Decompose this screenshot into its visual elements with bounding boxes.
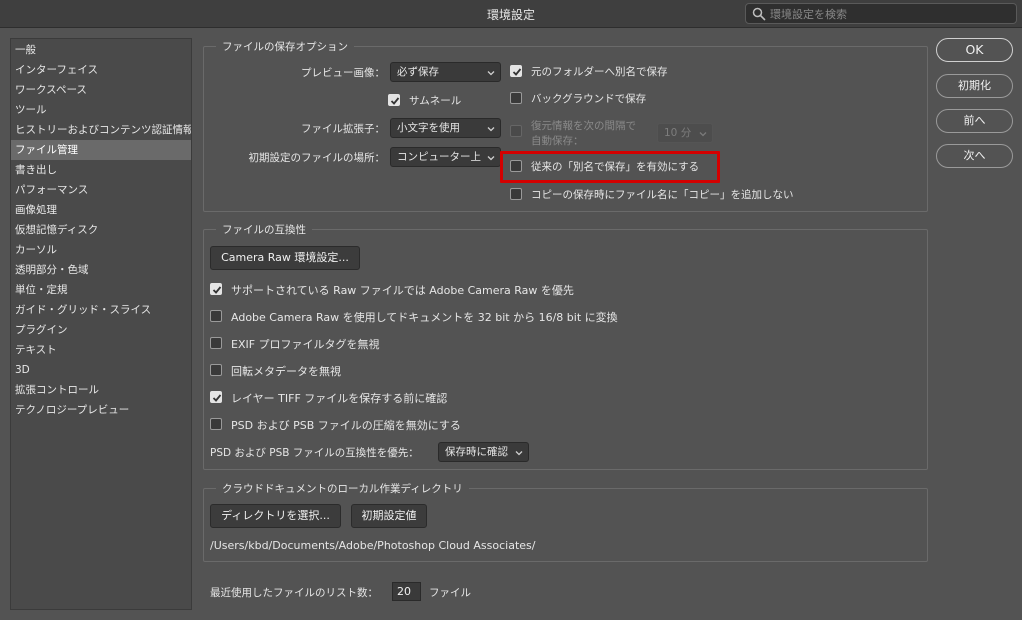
compat-option-label: Adobe Camera Raw を使用してドキュメントを 32 bit から … [231,311,618,324]
compat-option-checkbox[interactable] [210,418,222,430]
camera-raw-preferences-button[interactable]: Camera Raw 環境設定... [210,246,360,270]
checkmark-icon [390,97,400,105]
search-field[interactable] [745,3,1017,24]
red-highlight-box [500,151,720,183]
chevron-down-icon [487,127,495,132]
compat-option-checkbox[interactable] [210,310,222,322]
title-bar: 環境設定 [0,0,1022,28]
compat-option-label: EXIF プロファイルタグを無視 [231,338,380,351]
file-save-options-legend: ファイルの保存オプション [216,39,354,54]
recent-files-count-input[interactable]: 20 [392,582,421,601]
sidebar-item[interactable]: ヒストリーおよびコンテンツ認証情報 [11,120,191,140]
checkmark-icon [212,286,222,294]
compat-option-checkbox[interactable] [210,283,222,295]
checkmark-icon [512,68,522,76]
preview-select[interactable]: 必ず保存 [390,62,501,82]
ok-button[interactable]: OK [936,38,1013,62]
sidebar-item[interactable]: ツール [11,100,191,120]
recent-files-unit: ファイル [429,587,471,599]
compat-option-label: PSD および PSB ファイルの圧縮を無効にする [231,419,461,432]
thumbnail-checkbox[interactable] [388,94,400,106]
compat-option-checkbox[interactable] [210,364,222,376]
compat-option-checkbox[interactable] [210,391,222,403]
sidebar-item[interactable]: テクノロジープレビュー [11,400,191,420]
auto-save-checkbox[interactable] [510,125,522,137]
preferences-sidebar: 一般 インターフェイス ワークスペース ツール ヒストリーおよびコンテンツ認証情報 ファイ… [10,38,192,610]
background-save-label: バックグラウンドで保存 [531,93,647,105]
location-label: 初期設定のファイルの場所： [248,152,386,164]
sidebar-item[interactable]: パフォーマンス [11,180,191,200]
sidebar-item[interactable]: カーソル [11,240,191,260]
sidebar-item[interactable]: ファイル管理 [11,140,191,160]
choose-directory-button[interactable]: ディレクトリを選択... [210,504,341,528]
extension-select[interactable]: 小文字を使用 [390,118,501,138]
sidebar-item[interactable]: 書き出し [11,160,191,180]
no-copy-suffix-checkbox[interactable] [510,188,522,200]
compat-option-checkbox[interactable] [210,337,222,349]
preview-label: プレビュー画像： [301,67,385,79]
search-icon [752,7,766,21]
compat-option-label: 回転メタデータを無視 [231,365,341,378]
maximize-compatibility-label: PSD および PSB ファイルの互換性を優先： [210,447,419,459]
auto-save-label-line1: 復元情報を次の間隔で [531,120,636,132]
auto-save-interval-value: 10 分 [664,127,692,139]
previous-button[interactable]: 前へ [936,109,1013,133]
maximize-compatibility-value: 保存時に確認 [445,446,508,458]
sidebar-item[interactable]: 単位・定規 [11,280,191,300]
default-directory-button[interactable]: 初期設定値 [351,504,427,528]
compat-option-label: サポートされている Raw ファイルでは Adobe Camera Raw を優… [231,284,574,297]
chevron-down-icon [487,71,495,76]
recent-files-label: 最近使用したファイルのリスト数： [210,587,378,599]
save-as-original-folder-label: 元のフォルダーへ別名で保存 [531,66,668,78]
next-button[interactable]: 次へ [936,144,1013,168]
location-select-value: コンピューター上 [397,151,481,163]
sidebar-item[interactable]: 仮想記憶ディスク [11,220,191,240]
chevron-down-icon [515,451,523,456]
search-input[interactable] [770,6,1010,22]
extension-label: ファイル拡張子： [301,123,385,135]
cloud-directory-legend: クラウドドキュメントのローカル作業ディレクトリ [216,481,469,496]
sidebar-item[interactable]: 拡張コントロール [11,380,191,400]
sidebar-item[interactable]: プラグイン [11,320,191,340]
sidebar-item[interactable]: 画像処理 [11,200,191,220]
sidebar-item[interactable]: インターフェイス [11,60,191,80]
preview-select-value: 必ず保存 [397,66,439,78]
sidebar-item[interactable]: 3D [11,360,191,380]
compat-option-label: レイヤー TIFF ファイルを保存する前に確認 [231,392,448,405]
auto-save-interval-select[interactable]: 10 分 [657,123,713,143]
sidebar-item[interactable]: 透明部分・色域 [11,260,191,280]
extension-select-value: 小文字を使用 [397,122,460,134]
chevron-down-icon [487,156,495,161]
sidebar-item[interactable]: ワークスペース [11,80,191,100]
file-compatibility-legend: ファイルの互換性 [216,222,312,237]
cloud-directory-path: /Users/kbd/Documents/Adobe/Photoshop Clo… [210,539,536,552]
sidebar-item[interactable]: ガイド・グリッド・スライス [11,300,191,320]
chevron-down-icon [699,132,707,137]
reset-button[interactable]: 初期化 [936,74,1013,98]
auto-save-label-line2: 自動保存： [531,135,584,147]
sidebar-item[interactable]: 一般 [11,40,191,60]
no-copy-suffix-label: コピーの保存時にファイル名に「コピー」を追加しない [531,189,794,201]
background-save-checkbox[interactable] [510,92,522,104]
location-select[interactable]: コンピューター上 [390,147,501,167]
thumbnail-label: サムネール [409,95,462,107]
sidebar-item[interactable]: テキスト [11,340,191,360]
maximize-compatibility-select[interactable]: 保存時に確認 [438,442,529,462]
checkmark-icon [212,394,222,402]
save-as-original-folder-checkbox[interactable] [510,65,522,77]
